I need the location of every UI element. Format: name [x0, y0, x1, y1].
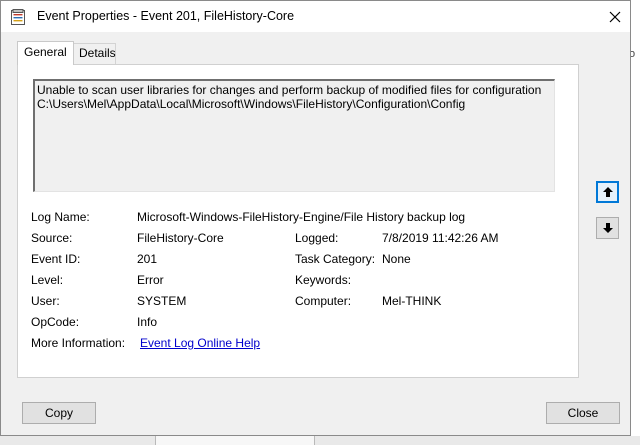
event-id-value: 201 [137, 252, 158, 266]
level-label: Level: [31, 273, 64, 287]
window-title: Event Properties - Event 201, FileHistor… [37, 9, 295, 23]
event-id-label: Event ID: [31, 252, 81, 266]
general-tab-panel: Unable to scan user libraries for change… [17, 64, 579, 378]
logged-value: 7/8/2019 11:42:26 AM [382, 231, 499, 245]
log-name-label: Log Name: [31, 210, 90, 224]
opcode-label: OpCode: [31, 315, 80, 329]
computer-value: Mel-THINK [382, 294, 442, 308]
level-value: Error [137, 273, 164, 287]
more-information-label: More Information: [31, 336, 126, 350]
user-value: SYSTEM [137, 294, 187, 308]
event-description-textbox[interactable]: Unable to scan user libraries for change… [33, 79, 555, 192]
background-taskbar-area [0, 436, 640, 445]
title-bar[interactable]: Event Properties - Event 201, FileHistor… [1, 1, 630, 32]
background-window [630, 0, 640, 445]
log-name-value: Microsoft-Windows-FileHistory-Engine/Fil… [137, 210, 466, 224]
event-log-online-help-link[interactable]: Event Log Online Help [140, 336, 260, 350]
event-properties-dialog: Event Properties - Event 201, FileHistor… [0, 0, 631, 436]
previous-event-button[interactable] [596, 181, 619, 203]
tab-details[interactable]: Details [72, 43, 116, 64]
close-window-button[interactable] [599, 1, 630, 32]
next-event-button[interactable] [596, 217, 619, 239]
opcode-value: Info [137, 315, 158, 329]
source-value: FileHistory-Core [137, 231, 224, 245]
computer-label: Computer: [295, 294, 352, 308]
logged-label: Logged: [295, 231, 339, 245]
close-button[interactable]: Close [546, 402, 620, 424]
copy-button[interactable]: Copy [22, 402, 96, 424]
event-viewer-icon [11, 9, 25, 25]
source-label: Source: [31, 231, 73, 245]
arrow-up-icon [602, 187, 613, 197]
arrow-down-icon [602, 223, 613, 233]
tab-general[interactable]: General [17, 41, 74, 65]
close-icon [609, 11, 620, 22]
task-category-value: None [382, 252, 411, 266]
task-category-label: Task Category: [295, 252, 376, 266]
user-label: User: [31, 294, 60, 308]
keywords-label: Keywords: [295, 273, 352, 287]
background-window-edge [155, 436, 315, 445]
